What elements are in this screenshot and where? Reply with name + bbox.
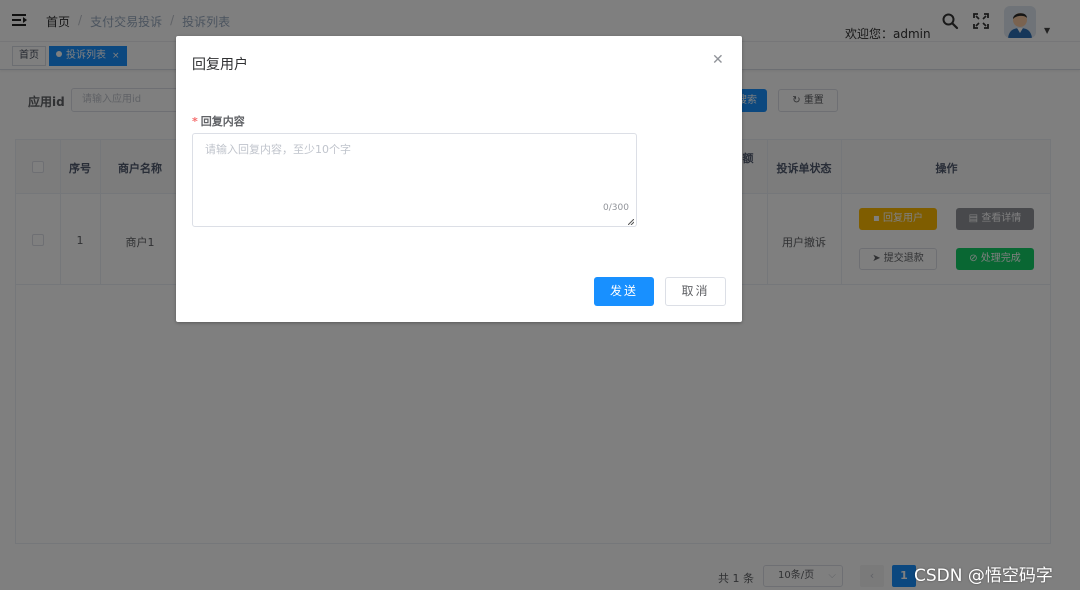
watermark: CSDN @悟空码字 xyxy=(914,566,1053,586)
cancel-button[interactable]: 取消 xyxy=(665,277,726,306)
reply-content-label: * 回复内容 xyxy=(192,113,245,129)
dialog-title: 回复用户 xyxy=(192,57,248,73)
char-counter: 0/300 xyxy=(603,203,629,213)
reply-dialog: 回复用户 ✕ * 回复内容 请输入回复内容，至少10个字 0/300 发送 取消 xyxy=(176,36,742,322)
reply-content-label-text: 回复内容 xyxy=(200,115,245,128)
reply-content-textarea[interactable]: 请输入回复内容，至少10个字 xyxy=(192,133,637,227)
send-button[interactable]: 发送 xyxy=(594,277,654,306)
required-asterisk: * xyxy=(192,115,198,128)
resize-handle-icon[interactable] xyxy=(628,219,634,225)
close-icon[interactable]: ✕ xyxy=(712,52,724,68)
